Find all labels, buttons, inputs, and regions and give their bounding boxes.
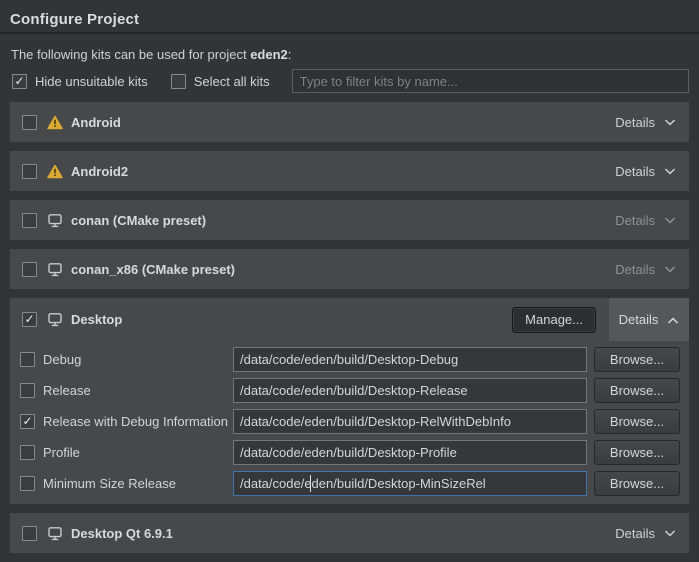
chevron-down-icon bbox=[664, 119, 676, 126]
config-row-minsizerel: Minimum Size Release Browse... bbox=[10, 471, 689, 496]
kit-row-android: Android Details bbox=[10, 102, 689, 142]
kit-row-conan-x86: conan_x86 (CMake preset) Details bbox=[10, 249, 689, 289]
kit-checkbox[interactable] bbox=[22, 262, 37, 277]
browse-button[interactable]: Browse... bbox=[594, 378, 680, 403]
project-name: eden2 bbox=[250, 47, 288, 62]
details-button[interactable]: Details bbox=[603, 513, 689, 553]
config-checkbox[interactable] bbox=[20, 445, 35, 460]
hide-unsuitable-label: Hide unsuitable kits bbox=[35, 74, 148, 89]
kit-name: Android bbox=[71, 115, 121, 130]
manage-button[interactable]: Manage... bbox=[512, 307, 596, 333]
kit-checkbox[interactable] bbox=[22, 213, 37, 228]
details-button[interactable]: Details bbox=[603, 102, 689, 142]
monitor-icon bbox=[47, 213, 63, 228]
intro-text: The following kits can be used for proje… bbox=[11, 47, 689, 62]
path-input-wrap bbox=[233, 409, 587, 434]
chevron-down-icon bbox=[664, 266, 676, 273]
config-label: Release bbox=[43, 383, 233, 398]
build-dir-input[interactable] bbox=[233, 378, 587, 403]
path-input-wrap bbox=[233, 440, 587, 465]
build-dir-input[interactable] bbox=[233, 347, 587, 372]
kit-row-android2: Android2 Details bbox=[10, 151, 689, 191]
build-dir-input[interactable] bbox=[233, 409, 587, 434]
monitor-icon bbox=[47, 312, 63, 327]
browse-button[interactable]: Browse... bbox=[594, 440, 680, 465]
kit-name: Android2 bbox=[71, 164, 128, 179]
warning-icon bbox=[47, 115, 63, 130]
chevron-down-icon bbox=[664, 530, 676, 537]
details-button[interactable]: Details bbox=[603, 200, 689, 240]
details-button[interactable]: Details bbox=[603, 249, 689, 289]
config-checkbox[interactable] bbox=[20, 352, 35, 367]
config-row-release: Release Browse... bbox=[10, 378, 689, 403]
kit-checkbox[interactable] bbox=[22, 526, 37, 541]
select-all-label: Select all kits bbox=[194, 74, 270, 89]
browse-button[interactable]: Browse... bbox=[594, 471, 680, 496]
config-row-relwithdebinfo: Release with Debug Information Browse... bbox=[10, 409, 689, 434]
chevron-down-icon bbox=[664, 217, 676, 224]
build-config-list: Debug Browse... Release Browse... Releas bbox=[10, 347, 689, 496]
config-row-debug: Debug Browse... bbox=[10, 347, 689, 372]
config-checkbox[interactable] bbox=[20, 476, 35, 491]
build-dir-input[interactable] bbox=[233, 471, 587, 496]
kit-name: Desktop bbox=[71, 312, 122, 327]
browse-button[interactable]: Browse... bbox=[594, 347, 680, 372]
path-input-wrap bbox=[233, 378, 587, 403]
page-title: Configure Project bbox=[10, 11, 689, 28]
kit-filter-controls: Hide unsuitable kits Select all kits bbox=[12, 69, 689, 93]
chevron-down-icon bbox=[664, 168, 676, 175]
details-label: Details bbox=[615, 115, 655, 130]
kit-checkbox[interactable] bbox=[22, 115, 37, 130]
kit-name: conan (CMake preset) bbox=[71, 213, 206, 228]
kit-row-conan: conan (CMake preset) Details bbox=[10, 200, 689, 240]
details-button[interactable]: Details bbox=[603, 151, 689, 191]
details-label: Details bbox=[615, 213, 655, 228]
monitor-icon bbox=[47, 262, 63, 277]
intro-prefix: The following kits can be used for proje… bbox=[11, 47, 250, 62]
details-label: Details bbox=[615, 262, 655, 277]
warning-icon bbox=[47, 164, 63, 179]
path-input-wrap bbox=[233, 347, 587, 372]
kit-row-desktop-qt: Desktop Qt 6.9.1 Details bbox=[10, 513, 689, 553]
path-input-wrap bbox=[233, 471, 587, 496]
kit-filter-input[interactable] bbox=[292, 69, 689, 93]
details-label: Details bbox=[619, 312, 659, 327]
kit-list: Android Details Android2 Details conan (… bbox=[10, 102, 689, 553]
config-label: Profile bbox=[43, 445, 233, 460]
config-label: Release with Debug Information bbox=[43, 414, 233, 429]
intro-suffix: : bbox=[288, 47, 292, 62]
browse-button[interactable]: Browse... bbox=[594, 409, 680, 434]
chevron-up-icon bbox=[667, 317, 679, 324]
titlebar: Configure Project bbox=[0, 0, 699, 34]
select-all-checkbox[interactable] bbox=[171, 74, 186, 89]
kit-checkbox[interactable] bbox=[22, 312, 37, 327]
details-label: Details bbox=[615, 164, 655, 179]
kit-name: Desktop Qt 6.9.1 bbox=[71, 526, 173, 541]
kit-checkbox[interactable] bbox=[22, 164, 37, 179]
config-label: Debug bbox=[43, 352, 233, 367]
hide-unsuitable-checkbox-label[interactable]: Hide unsuitable kits bbox=[12, 74, 148, 89]
config-checkbox[interactable] bbox=[20, 414, 35, 429]
details-button[interactable]: Details bbox=[609, 298, 689, 341]
details-label: Details bbox=[615, 526, 655, 541]
config-checkbox[interactable] bbox=[20, 383, 35, 398]
config-label: Minimum Size Release bbox=[43, 476, 233, 491]
monitor-icon bbox=[47, 526, 63, 541]
build-dir-input[interactable] bbox=[233, 440, 587, 465]
kit-name: conan_x86 (CMake preset) bbox=[71, 262, 235, 277]
kit-section-desktop: Desktop Manage... Details Debug Browse..… bbox=[10, 298, 689, 504]
config-row-profile: Profile Browse... bbox=[10, 440, 689, 465]
hide-unsuitable-checkbox[interactable] bbox=[12, 74, 27, 89]
select-all-checkbox-label[interactable]: Select all kits bbox=[171, 74, 270, 89]
kit-row-desktop: Desktop Manage... Details bbox=[10, 298, 689, 341]
